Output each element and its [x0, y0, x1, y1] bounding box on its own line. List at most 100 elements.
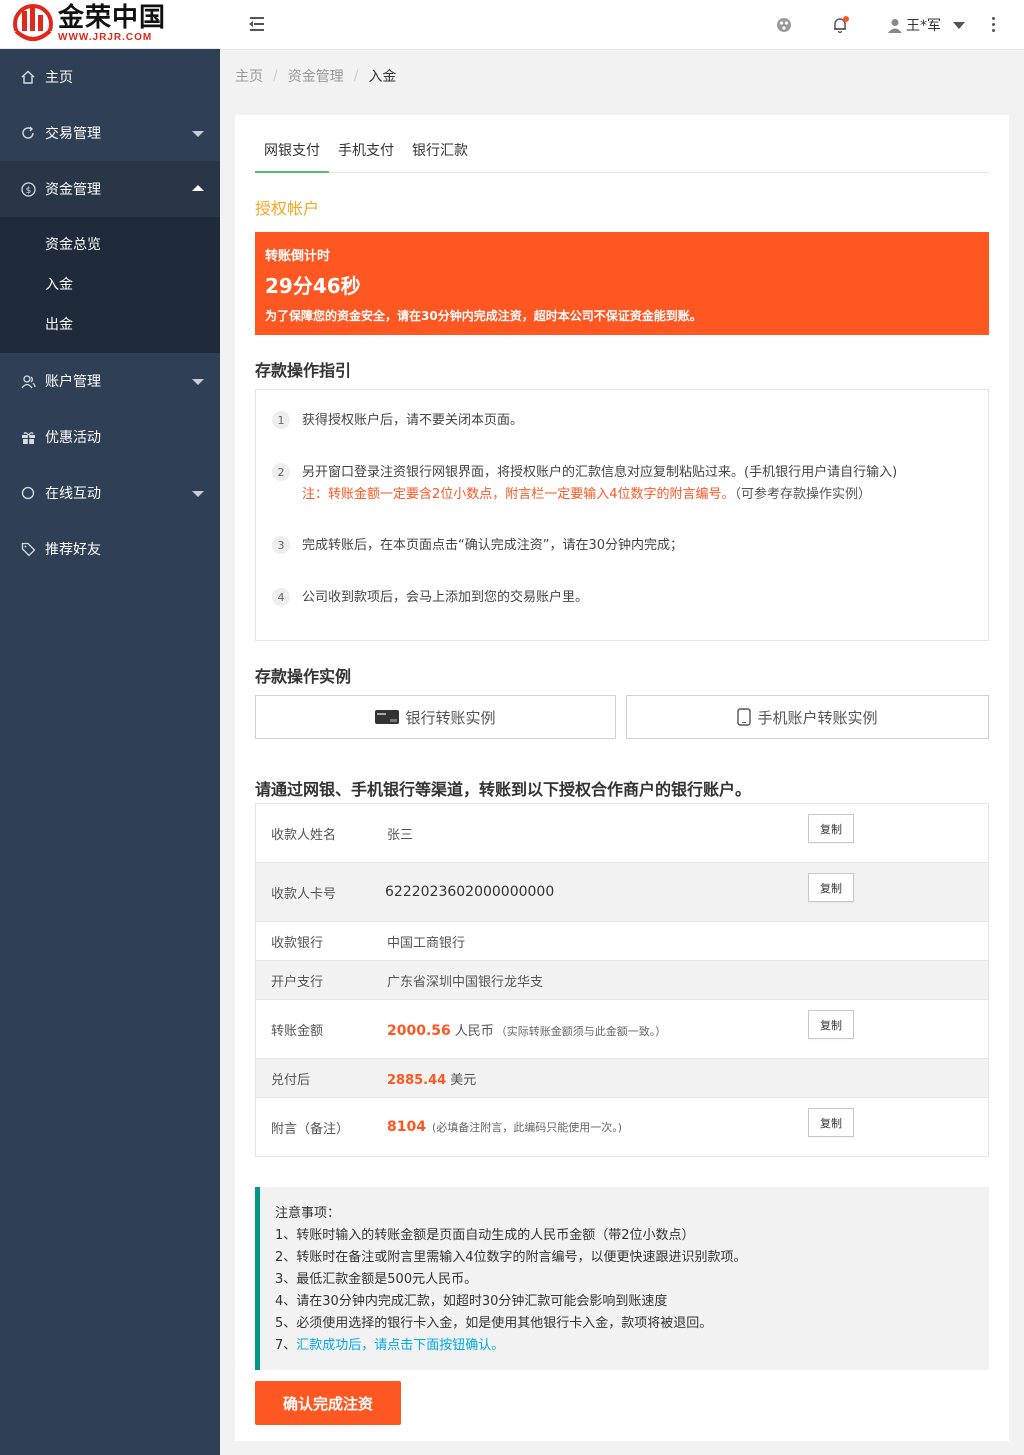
breadcrumb-home[interactable]: 主页	[235, 66, 263, 86]
notice-item: 7、汇款成功后，请点击下面按钮确认。	[275, 1338, 505, 1353]
user-name: 王*军	[906, 18, 941, 34]
table-row: 附言（备注） 8104 (必填备注附言，此编码只能使用一次。) 复制	[256, 1098, 988, 1157]
caret-down-icon	[953, 21, 965, 29]
account-title: 请通过网银、手机银行等渠道，转账到以下授权合作商户的银行账户。	[255, 780, 752, 799]
table-row: 收款人卡号 6222023602000000000 复制	[256, 863, 988, 922]
notice-item: 2、转账时在备注或附言里需输入4位数字的附言编号，以便更快速跟进识别款项。	[275, 1250, 747, 1265]
menu-toggle-icon[interactable]	[249, 17, 266, 31]
guide-step: 1 获得授权账户后，请不要关闭本页面。	[272, 410, 523, 432]
breadcrumb-section[interactable]: 资金管理	[288, 66, 344, 86]
user-menu[interactable]: 王*军	[888, 15, 965, 35]
guide-step: 4 公司收到款项后，会马上添加到您的交易账户里。	[272, 587, 588, 609]
sidebar-item-online[interactable]: 在线互动	[0, 465, 220, 521]
gift-icon	[20, 429, 36, 445]
bank-example-button[interactable]: 银行转账实例	[255, 695, 616, 739]
row-label: 收款人卡号	[271, 886, 337, 902]
step-number: 1	[272, 411, 290, 429]
sidebar-item-label: 主页	[45, 70, 73, 86]
payment-tabs: 网银支付 手机支付 银行汇款	[255, 137, 989, 173]
svg-text:$: $	[25, 186, 31, 196]
logo-name: 金荣中国	[58, 3, 167, 33]
sidebar-item-label: 推荐好友	[45, 542, 101, 558]
row-label: 兑付后	[271, 1072, 311, 1088]
chat-circle-icon	[20, 485, 36, 501]
phone-icon	[737, 708, 752, 726]
user-group-icon	[20, 373, 36, 389]
sidebar-subitem-withdraw[interactable]: 出金	[0, 305, 220, 345]
row-label: 收款银行	[271, 935, 324, 951]
sidebar-item-label: 账户管理	[45, 374, 101, 390]
guide-step: 2 另开窗口登录注资银行网银界面，将授权账户的汇款信息对应复制粘贴过来。(手机银…	[272, 462, 897, 506]
guide-box: 1 获得授权账户后，请不要关闭本页面。 2 另开窗口登录注资银行网银界面，将授权…	[255, 389, 989, 641]
tag-icon	[20, 541, 36, 557]
account-table: 收款人姓名 张三 复制 收款人卡号 6222023602000000000 复制…	[255, 803, 989, 1157]
sidebar-item-label: 资金管理	[45, 182, 101, 198]
row-label: 收款人姓名	[271, 827, 337, 843]
sidebar-item-label: 交易管理	[45, 126, 101, 142]
sidebar-subitem-overview[interactable]: 资金总览	[0, 225, 220, 265]
exchange-amount: 2885.44	[387, 1072, 447, 1088]
sidebar-item-account[interactable]: 账户管理	[0, 353, 220, 409]
countdown-banner: 转账倒计时 29分46秒 为了保障您的资金安全，请在30分钟内完成注资，超时本公…	[255, 232, 989, 335]
table-row: 兑付后 2885.44 美元	[256, 1059, 988, 1098]
tab-bank-transfer[interactable]: 银行汇款	[403, 137, 477, 173]
funds-submenu: 资金总览 入金 出金	[0, 217, 220, 353]
home-icon	[20, 69, 36, 85]
mobile-example-label: 手机账户转账实例	[757, 708, 878, 727]
theme-icon[interactable]	[775, 16, 793, 34]
bell-icon[interactable]	[831, 16, 849, 34]
step-number: 2	[272, 463, 290, 481]
bank-name: 中国工商银行	[387, 935, 466, 951]
sidebar: 金荣中国 WWW.JRJR.COM 主页 交易管理 $ 资金管理 资金总览 入金…	[0, 0, 220, 1455]
tab-online-banking[interactable]: 网银支付	[255, 137, 329, 173]
row-label: 附言（备注）	[271, 1121, 350, 1137]
step-number: 3	[272, 536, 290, 554]
sidebar-item-referral[interactable]: 推荐好友	[0, 521, 220, 577]
chevron-down-icon	[192, 491, 204, 497]
tab-mobile-pay[interactable]: 手机支付	[329, 137, 403, 173]
notice-box: 注意事项： 1、转账时输入的转账金额是页面自动生成的人民币金额（带2位小数点） …	[255, 1187, 989, 1370]
sidebar-item-label: 优惠活动	[45, 430, 101, 446]
sidebar-item-home[interactable]: 主页	[0, 49, 220, 105]
table-row: 转账金额 2000.56 人民币 （实际转账金额须与此金额一致。） 复制	[256, 1000, 988, 1059]
step-warning: 注：转账金额一定要含2位小数点，附言栏一定要输入4位数字的附言编号。	[302, 487, 735, 502]
sidebar-item-funds[interactable]: $ 资金管理	[0, 161, 220, 217]
auth-account-title: 授权帐户	[255, 199, 320, 218]
mobile-example-button[interactable]: 手机账户转账实例	[626, 695, 989, 739]
copy-card-button[interactable]: 复制	[808, 873, 854, 902]
memo-hint: (必填备注附言，此编码只能使用一次。)	[431, 1121, 623, 1134]
countdown-note: 为了保障您的资金安全，请在30分钟内完成注资，超时本公司不保证资金能到账。	[265, 309, 702, 323]
notice-item: 1、转账时输入的转账金额是页面自动生成的人民币金额（带2位小数点）	[275, 1228, 695, 1243]
countdown-time: 29分46秒	[265, 274, 361, 298]
top-header: 王*军	[220, 0, 1024, 50]
copy-payee-button[interactable]: 复制	[808, 814, 854, 843]
chevron-down-icon	[192, 131, 204, 137]
refresh-icon	[20, 125, 36, 141]
logo-url: WWW.JRJR.COM	[58, 32, 153, 43]
sidebar-item-trade[interactable]: 交易管理	[0, 105, 220, 161]
step-text: 公司收到款项后，会马上添加到您的交易账户里。	[302, 590, 589, 605]
sidebar-subitem-deposit[interactable]: 入金	[0, 265, 220, 305]
sidebar-item-promotions[interactable]: 优惠活动	[0, 409, 220, 465]
guide-step: 3 完成转账后，在本页面点击“确认完成注资”，请在30分钟内完成；	[272, 535, 683, 557]
more-vertical-icon[interactable]	[992, 17, 996, 35]
confirm-deposit-button[interactable]: 确认完成注资	[255, 1381, 401, 1425]
notice-highlight: 汇款成功后，请点击下面按钮确认。	[296, 1338, 505, 1353]
notice-item: 3、最低汇款金额是500元人民币。	[275, 1272, 478, 1287]
step-number: 4	[272, 588, 290, 606]
copy-memo-button[interactable]: 复制	[808, 1108, 854, 1137]
breadcrumb: 主页 / 资金管理 / 入金	[235, 66, 397, 86]
row-label: 开户支行	[271, 974, 324, 990]
payee-name: 张三	[387, 827, 414, 843]
deposit-card: 网银支付 手机支付 银行汇款 授权帐户 转账倒计时 29分46秒 为了保障您的资…	[235, 115, 1009, 1441]
notice-title: 注意事项：	[275, 1206, 341, 1221]
dollar-circle-icon: $	[20, 181, 36, 197]
sidebar-item-label: 在线互动	[45, 486, 101, 502]
breadcrumb-current: 入金	[368, 69, 397, 85]
copy-amount-button[interactable]: 复制	[808, 1010, 854, 1039]
table-row: 收款人姓名 张三 复制	[256, 804, 988, 863]
logo[interactable]: 金荣中国 WWW.JRJR.COM	[0, 0, 220, 49]
notice-item: 5、必须使用选择的银行卡入金，如是使用其他银行卡入金，款项将被退回。	[275, 1316, 713, 1331]
chevron-down-icon	[192, 379, 204, 385]
step-text: 完成转账后，在本页面点击“确认完成注资”，请在30分钟内完成；	[302, 538, 684, 553]
